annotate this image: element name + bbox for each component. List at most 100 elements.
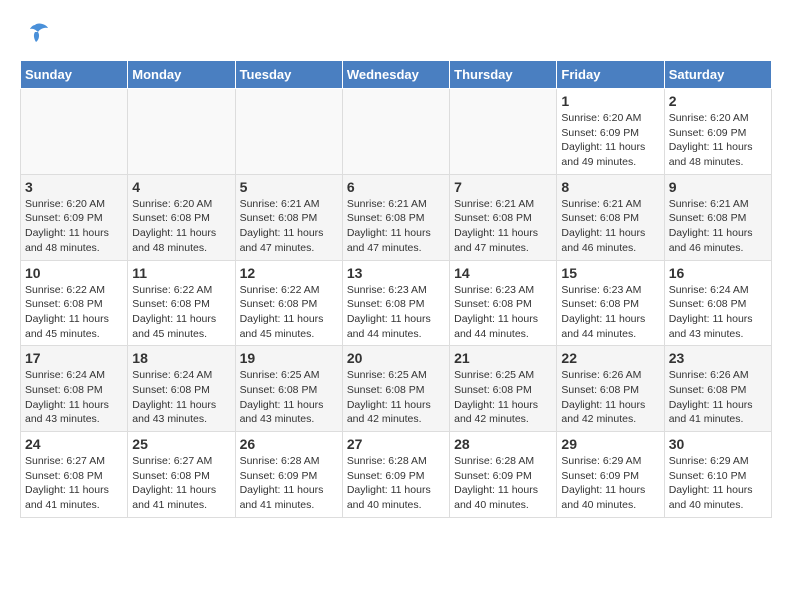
calendar-cell: 21 Sunrise: 6:25 AM Sunset: 6:08 PM Dayli… bbox=[450, 346, 557, 432]
calendar-table: SundayMondayTuesdayWednesdayThursdayFrid… bbox=[20, 60, 772, 518]
day-number: 11 bbox=[132, 265, 230, 281]
week-row-3: 10 Sunrise: 6:22 AM Sunset: 6:08 PM Dayli… bbox=[21, 260, 772, 346]
day-info: Sunrise: 6:26 AM Sunset: 6:08 PM Dayligh… bbox=[561, 368, 659, 427]
calendar-cell bbox=[342, 89, 449, 175]
calendar-cell: 5 Sunrise: 6:21 AM Sunset: 6:08 PM Daylig… bbox=[235, 174, 342, 260]
calendar-cell: 14 Sunrise: 6:23 AM Sunset: 6:08 PM Dayli… bbox=[450, 260, 557, 346]
day-info: Sunrise: 6:25 AM Sunset: 6:08 PM Dayligh… bbox=[454, 368, 552, 427]
day-number: 5 bbox=[240, 179, 338, 195]
calendar-cell: 3Sunrise: 6:20 AM Sunset: 6:09 PM Daylig… bbox=[21, 174, 128, 260]
calendar-cell: 23Sunrise: 6:26 AM Sunset: 6:08 PM Dayli… bbox=[664, 346, 771, 432]
day-info: Sunrise: 6:28 AM Sunset: 6:09 PM Dayligh… bbox=[347, 454, 445, 513]
calendar-cell: 10 Sunrise: 6:22 AM Sunset: 6:08 PM Dayli… bbox=[21, 260, 128, 346]
day-number: 24 bbox=[25, 436, 123, 452]
calendar-cell: 27 Sunrise: 6:28 AM Sunset: 6:09 PM Dayli… bbox=[342, 432, 449, 518]
day-info: Sunrise: 6:25 AM Sunset: 6:08 PM Dayligh… bbox=[347, 368, 445, 427]
day-number: 1 bbox=[561, 93, 659, 109]
day-header-wednesday: Wednesday bbox=[342, 61, 449, 89]
day-info: Sunrise: 6:20 AM Sunset: 6:09 PM Dayligh… bbox=[561, 111, 659, 170]
day-number: 19 bbox=[240, 350, 338, 366]
calendar-cell bbox=[128, 89, 235, 175]
calendar-cell: 6 Sunrise: 6:21 AM Sunset: 6:08 PM Daylig… bbox=[342, 174, 449, 260]
day-number: 30 bbox=[669, 436, 767, 452]
day-number: 7 bbox=[454, 179, 552, 195]
calendar-cell bbox=[21, 89, 128, 175]
day-header-friday: Friday bbox=[557, 61, 664, 89]
day-header-thursday: Thursday bbox=[450, 61, 557, 89]
day-info: Sunrise: 6:28 AM Sunset: 6:09 PM Dayligh… bbox=[240, 454, 338, 513]
day-header-saturday: Saturday bbox=[664, 61, 771, 89]
page: SundayMondayTuesdayWednesdayThursdayFrid… bbox=[0, 0, 792, 538]
day-info: Sunrise: 6:29 AM Sunset: 6:09 PM Dayligh… bbox=[561, 454, 659, 513]
logo-icon bbox=[20, 20, 50, 50]
week-row-2: 3Sunrise: 6:20 AM Sunset: 6:09 PM Daylig… bbox=[21, 174, 772, 260]
day-number: 18 bbox=[132, 350, 230, 366]
calendar-cell: 29 Sunrise: 6:29 AM Sunset: 6:09 PM Dayli… bbox=[557, 432, 664, 518]
day-info: Sunrise: 6:20 AM Sunset: 6:09 PM Dayligh… bbox=[669, 111, 767, 170]
day-number: 2 bbox=[669, 93, 767, 109]
week-row-4: 17 Sunrise: 6:24 AM Sunset: 6:08 PM Dayli… bbox=[21, 346, 772, 432]
day-info: Sunrise: 6:24 AM Sunset: 6:08 PM Dayligh… bbox=[132, 368, 230, 427]
calendar-cell: 26Sunrise: 6:28 AM Sunset: 6:09 PM Dayli… bbox=[235, 432, 342, 518]
day-number: 29 bbox=[561, 436, 659, 452]
day-number: 25 bbox=[132, 436, 230, 452]
day-number: 12 bbox=[240, 265, 338, 281]
day-number: 27 bbox=[347, 436, 445, 452]
day-number: 13 bbox=[347, 265, 445, 281]
day-info: Sunrise: 6:24 AM Sunset: 6:08 PM Dayligh… bbox=[669, 283, 767, 342]
day-number: 10 bbox=[25, 265, 123, 281]
calendar-cell: 8 Sunrise: 6:21 AM Sunset: 6:08 PM Daylig… bbox=[557, 174, 664, 260]
day-info: Sunrise: 6:23 AM Sunset: 6:08 PM Dayligh… bbox=[454, 283, 552, 342]
day-header-monday: Monday bbox=[128, 61, 235, 89]
day-number: 22 bbox=[561, 350, 659, 366]
header bbox=[20, 20, 772, 50]
day-number: 3 bbox=[25, 179, 123, 195]
day-number: 20 bbox=[347, 350, 445, 366]
day-number: 23 bbox=[669, 350, 767, 366]
day-header-tuesday: Tuesday bbox=[235, 61, 342, 89]
week-row-5: 24 Sunrise: 6:27 AM Sunset: 6:08 PM Dayli… bbox=[21, 432, 772, 518]
day-info: Sunrise: 6:21 AM Sunset: 6:08 PM Dayligh… bbox=[561, 197, 659, 256]
day-number: 15 bbox=[561, 265, 659, 281]
calendar-cell bbox=[450, 89, 557, 175]
logo bbox=[20, 20, 54, 50]
day-info: Sunrise: 6:25 AM Sunset: 6:08 PM Dayligh… bbox=[240, 368, 338, 427]
calendar-cell: 4 Sunrise: 6:20 AM Sunset: 6:08 PM Daylig… bbox=[128, 174, 235, 260]
day-info: Sunrise: 6:27 AM Sunset: 6:08 PM Dayligh… bbox=[25, 454, 123, 513]
day-info: Sunrise: 6:23 AM Sunset: 6:08 PM Dayligh… bbox=[347, 283, 445, 342]
day-number: 17 bbox=[25, 350, 123, 366]
header-row: SundayMondayTuesdayWednesdayThursdayFrid… bbox=[21, 61, 772, 89]
day-info: Sunrise: 6:24 AM Sunset: 6:08 PM Dayligh… bbox=[25, 368, 123, 427]
calendar-cell: 15 Sunrise: 6:23 AM Sunset: 6:08 PM Dayli… bbox=[557, 260, 664, 346]
day-info: Sunrise: 6:23 AM Sunset: 6:08 PM Dayligh… bbox=[561, 283, 659, 342]
calendar-header: SundayMondayTuesdayWednesdayThursdayFrid… bbox=[21, 61, 772, 89]
calendar-cell: 16 Sunrise: 6:24 AM Sunset: 6:08 PM Dayli… bbox=[664, 260, 771, 346]
day-info: Sunrise: 6:21 AM Sunset: 6:08 PM Dayligh… bbox=[669, 197, 767, 256]
calendar-cell: 11Sunrise: 6:22 AM Sunset: 6:08 PM Dayli… bbox=[128, 260, 235, 346]
day-number: 8 bbox=[561, 179, 659, 195]
day-number: 6 bbox=[347, 179, 445, 195]
day-header-sunday: Sunday bbox=[21, 61, 128, 89]
calendar-cell: 18 Sunrise: 6:24 AM Sunset: 6:08 PM Dayli… bbox=[128, 346, 235, 432]
day-info: Sunrise: 6:22 AM Sunset: 6:08 PM Dayligh… bbox=[25, 283, 123, 342]
day-number: 14 bbox=[454, 265, 552, 281]
day-info: Sunrise: 6:20 AM Sunset: 6:08 PM Dayligh… bbox=[132, 197, 230, 256]
week-row-1: 1 Sunrise: 6:20 AM Sunset: 6:09 PM Daylig… bbox=[21, 89, 772, 175]
day-number: 4 bbox=[132, 179, 230, 195]
calendar-cell: 2 Sunrise: 6:20 AM Sunset: 6:09 PM Daylig… bbox=[664, 89, 771, 175]
day-number: 16 bbox=[669, 265, 767, 281]
calendar-body: 1 Sunrise: 6:20 AM Sunset: 6:09 PM Daylig… bbox=[21, 89, 772, 518]
day-info: Sunrise: 6:29 AM Sunset: 6:10 PM Dayligh… bbox=[669, 454, 767, 513]
calendar-cell: 13 Sunrise: 6:23 AM Sunset: 6:08 PM Dayli… bbox=[342, 260, 449, 346]
calendar-cell: 9Sunrise: 6:21 AM Sunset: 6:08 PM Daylig… bbox=[664, 174, 771, 260]
day-info: Sunrise: 6:22 AM Sunset: 6:08 PM Dayligh… bbox=[240, 283, 338, 342]
day-info: Sunrise: 6:21 AM Sunset: 6:08 PM Dayligh… bbox=[347, 197, 445, 256]
day-info: Sunrise: 6:27 AM Sunset: 6:08 PM Dayligh… bbox=[132, 454, 230, 513]
day-number: 28 bbox=[454, 436, 552, 452]
day-info: Sunrise: 6:21 AM Sunset: 6:08 PM Dayligh… bbox=[240, 197, 338, 256]
calendar-cell: 20 Sunrise: 6:25 AM Sunset: 6:08 PM Dayli… bbox=[342, 346, 449, 432]
calendar-cell: 22 Sunrise: 6:26 AM Sunset: 6:08 PM Dayli… bbox=[557, 346, 664, 432]
calendar-cell: 30 Sunrise: 6:29 AM Sunset: 6:10 PM Dayli… bbox=[664, 432, 771, 518]
calendar-cell bbox=[235, 89, 342, 175]
day-number: 21 bbox=[454, 350, 552, 366]
